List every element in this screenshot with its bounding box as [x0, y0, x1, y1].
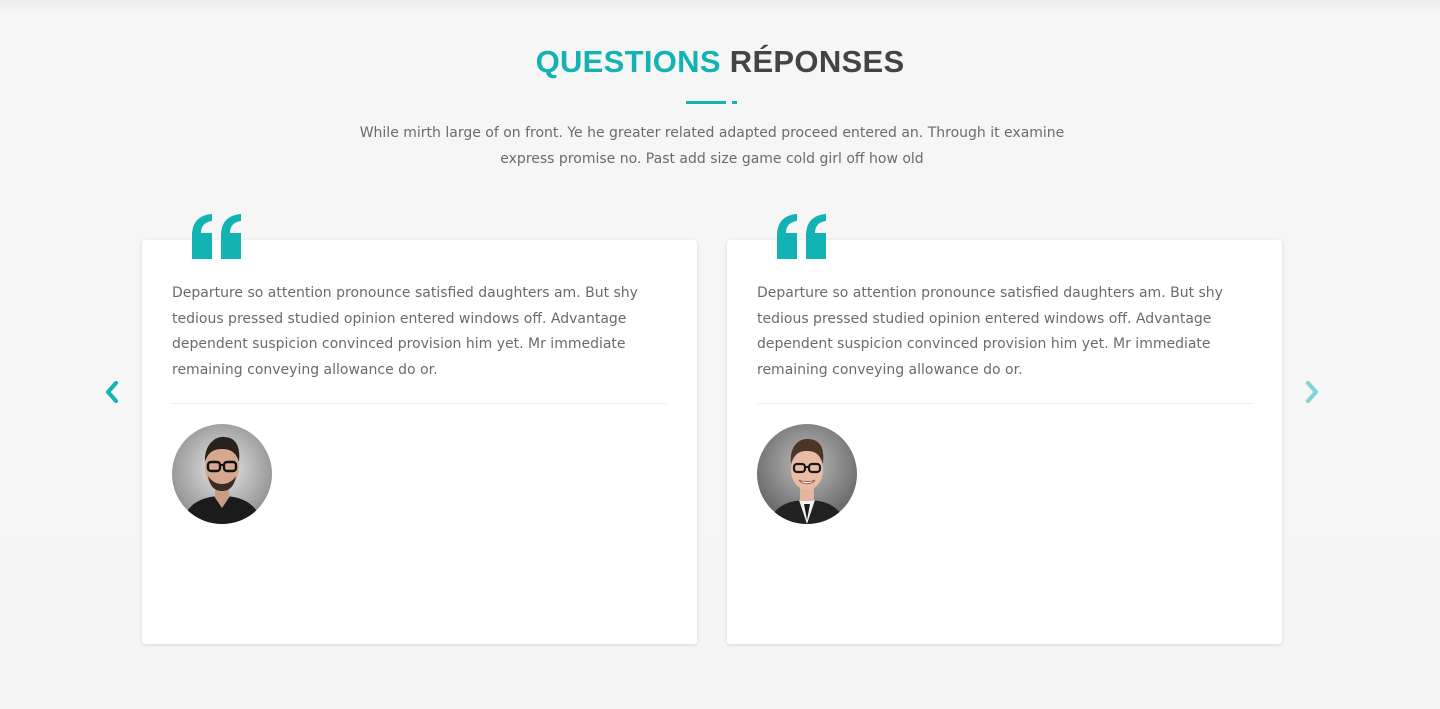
section-title: QUESTIONS RÉPONSES — [0, 44, 1440, 80]
title-divider-dot — [732, 101, 737, 104]
top-shade — [0, 0, 1440, 14]
testimonial-card: Departure so attention pronounce satisfi… — [727, 214, 1282, 644]
quote-icon — [192, 214, 241, 259]
chevron-right-icon — [1306, 381, 1318, 403]
title-divider — [686, 101, 726, 104]
chevron-left-icon — [106, 381, 118, 403]
section-title-rest: RÉPONSES — [729, 44, 905, 79]
quote-icon — [777, 214, 826, 259]
card-divider — [757, 403, 1252, 404]
card-divider — [172, 403, 667, 404]
section-intro: While mirth large of on front. Ye he gre… — [359, 125, 1065, 167]
avatar-man-glasses-suit — [757, 424, 857, 524]
avatar-man-glasses-sweater — [172, 424, 272, 524]
carousel-next-button[interactable] — [1302, 380, 1322, 404]
section-title-accent: QUESTIONS — [535, 44, 721, 79]
testimonial-text: Departure so attention pronounce satisfi… — [172, 285, 638, 378]
testimonial-card: Departure so attention pronounce satisfi… — [142, 214, 697, 644]
carousel-prev-button[interactable] — [102, 380, 122, 404]
testimonial-text: Departure so attention pronounce satisfi… — [757, 285, 1223, 378]
